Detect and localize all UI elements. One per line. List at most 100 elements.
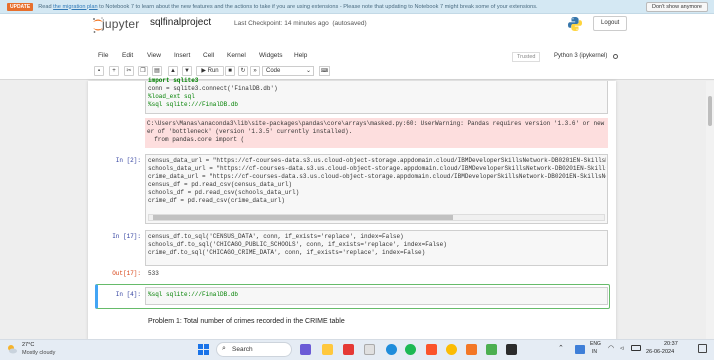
markdown-cell[interactable]: Problem 1: Total number of crimes record… bbox=[148, 318, 345, 325]
copy-icon[interactable]: ❐ bbox=[138, 66, 148, 76]
search-icon: ⌕ bbox=[222, 345, 226, 352]
jupyter-wordmark: jupyter bbox=[102, 17, 140, 31]
notebook-toolbar bbox=[0, 64, 714, 80]
code-line: census_df.to_sql('CENSUS_DATA', conn, if… bbox=[148, 233, 404, 240]
notification-icon[interactable] bbox=[698, 344, 707, 353]
cell-type-value: Code bbox=[266, 68, 281, 74]
keyboard-icon[interactable]: ⌨ bbox=[319, 66, 330, 76]
run-label: Run bbox=[207, 68, 219, 74]
dont-show-button[interactable]: Don't show anymore bbox=[646, 2, 708, 12]
code-line: crime_data_url = "https://cf-courses-dat… bbox=[148, 173, 606, 180]
restart-icon[interactable]: ↻ bbox=[238, 66, 248, 76]
menu-kernel[interactable]: Kernel bbox=[227, 52, 246, 59]
banner-msg-suffix: to Notebook 7 to learn about the new fea… bbox=[97, 3, 538, 10]
code-line: schools_data_url = "https://cf-courses-d… bbox=[148, 165, 606, 172]
notebook-name[interactable]: sqlfinalproject bbox=[150, 17, 211, 28]
cell3-out-prompt: Out[17]: bbox=[112, 270, 141, 277]
wifi-icon[interactable]: ◠ bbox=[608, 344, 614, 352]
code-line: crime_df = pd.read_csv(crime_data_url) bbox=[148, 197, 285, 204]
lang-code[interactable]: ENG bbox=[590, 341, 601, 347]
windows-taskbar bbox=[0, 339, 714, 360]
code-line: conn = sqlite3.connect('FinalDB.db') bbox=[148, 85, 278, 92]
python-logo-icon bbox=[567, 16, 583, 32]
cell3-prompt: In [17]: bbox=[112, 233, 141, 240]
cell4-code: %sql sqlite:///FinalDB.db bbox=[148, 291, 239, 298]
logout-button[interactable]: Logout bbox=[593, 16, 628, 31]
code-line: import sqlite3 bbox=[148, 77, 199, 84]
play-icon: ▶ bbox=[201, 68, 206, 74]
code-line: %load_ext sql bbox=[148, 93, 195, 100]
menu-edit[interactable]: Edit bbox=[122, 52, 133, 59]
page-scrollbar-thumb[interactable] bbox=[708, 96, 712, 126]
checkpoint-status: Last Checkpoint: 14 minutes ago (autosav… bbox=[234, 20, 367, 27]
banner-msg-prefix: Read bbox=[38, 3, 54, 10]
checkpoint-label: Last Checkpoint: bbox=[234, 20, 285, 27]
menu-help[interactable]: Help bbox=[294, 52, 307, 59]
update-tag: UPDATE bbox=[7, 2, 34, 11]
insert-cell-icon[interactable]: + bbox=[109, 66, 119, 76]
move-down-icon[interactable]: ▼ bbox=[182, 66, 192, 76]
kernel-idle-icon bbox=[613, 54, 618, 59]
volume-icon[interactable]: ◃ bbox=[620, 344, 624, 352]
edge-icon[interactable] bbox=[386, 344, 397, 355]
save-icon[interactable]: ▪ bbox=[94, 66, 104, 76]
taskbar-search[interactable]: ⌕ Search bbox=[216, 342, 292, 357]
terminal-icon[interactable] bbox=[506, 344, 517, 355]
stderr-output: C:\Users\Manas\anaconda3\lib\site-packag… bbox=[145, 118, 608, 148]
weather-icon bbox=[6, 343, 18, 355]
cell2-prompt: In [2]: bbox=[115, 157, 141, 164]
windows-start-icon[interactable] bbox=[198, 344, 209, 355]
cell2-scrollbar-thumb[interactable] bbox=[153, 215, 453, 220]
app-icon[interactable] bbox=[486, 344, 497, 355]
jupyter-taskbar-icon[interactable] bbox=[466, 344, 477, 355]
autosaved-label: (autosaved) bbox=[332, 20, 367, 27]
stderr-line: er of 'bottleneck' (version '1.3.5' curr… bbox=[147, 128, 353, 135]
chrome-icon[interactable] bbox=[446, 344, 457, 355]
code-line: census_df = pd.read_csv(census_data_url) bbox=[148, 181, 293, 188]
battery-icon[interactable] bbox=[631, 345, 641, 351]
weather-desc[interactable]: Mostly cloudy bbox=[22, 350, 55, 356]
interrupt-icon[interactable]: ■ bbox=[225, 66, 235, 76]
menu-insert[interactable]: Insert bbox=[174, 52, 190, 59]
cell4-prompt: In [4]: bbox=[115, 291, 141, 298]
brave-icon[interactable] bbox=[426, 344, 437, 355]
update-banner: UPDATE Read the migration plan to Notebo… bbox=[0, 0, 714, 14]
checkpoint-time: 14 minutes ago bbox=[284, 20, 329, 27]
spotify-icon[interactable] bbox=[405, 344, 416, 355]
weather-temp[interactable]: 27°C bbox=[22, 342, 34, 348]
clock-date[interactable]: 26-06-2024 bbox=[646, 349, 674, 355]
file-explorer-icon[interactable] bbox=[322, 344, 333, 355]
cell1-code: import sqlite3 conn = sqlite3.connect('Fi… bbox=[148, 77, 278, 109]
stderr-text: C:\Users\Manas\anaconda3\lib\site-packag… bbox=[145, 118, 608, 144]
stderr-line: from pandas.core import ( bbox=[147, 136, 245, 143]
code-line: schools_df.to_sql('CHICAGO_PUBLIC_SCHOOL… bbox=[148, 241, 447, 248]
apps-icon[interactable] bbox=[364, 344, 375, 355]
banner-message: Read the migration plan to Notebook 7 to… bbox=[38, 4, 537, 10]
run-button[interactable]: ▶ Run bbox=[196, 66, 224, 76]
menu-view[interactable]: View bbox=[147, 52, 161, 59]
search-label: Search bbox=[232, 346, 253, 353]
copilot-icon[interactable] bbox=[300, 344, 311, 355]
cell3-code: census_df.to_sql('CENSUS_DATA', conn, if… bbox=[148, 233, 447, 257]
jupyter-logo[interactable]: jupyter bbox=[92, 16, 148, 34]
kernel-name[interactable]: Python 3 (ipykernel) bbox=[554, 53, 607, 59]
lang-region[interactable]: IN bbox=[592, 349, 597, 355]
menu-cell[interactable]: Cell bbox=[203, 52, 214, 59]
cell-type-select[interactable]: Code ⌄ bbox=[262, 66, 314, 76]
trusted-indicator[interactable]: Trusted bbox=[512, 52, 541, 62]
code-line: crime_df.to_sql('CHICAGO_CRIME_DATA', co… bbox=[148, 249, 426, 256]
migration-plan-link[interactable]: the migration plan bbox=[53, 4, 97, 10]
chevron-up-icon[interactable]: ⌃ bbox=[558, 344, 564, 352]
restart-run-all-icon[interactable]: » bbox=[250, 66, 260, 76]
paste-icon[interactable]: ▤ bbox=[152, 66, 162, 76]
cut-icon[interactable]: ✂ bbox=[124, 66, 134, 76]
youtube-icon[interactable] bbox=[343, 344, 354, 355]
clock-time[interactable]: 20:37 bbox=[664, 341, 678, 347]
tray-app-icon[interactable] bbox=[575, 345, 585, 354]
move-up-icon[interactable]: ▲ bbox=[168, 66, 178, 76]
menu-widgets[interactable]: Widgets bbox=[259, 52, 282, 59]
chevron-down-icon: ⌄ bbox=[305, 68, 311, 74]
code-line: census_data_url = "https://cf-courses-da… bbox=[148, 157, 606, 164]
stderr-line: C:\Users\Manas\anaconda3\lib\site-packag… bbox=[147, 120, 605, 127]
menu-file[interactable]: File bbox=[98, 52, 108, 59]
